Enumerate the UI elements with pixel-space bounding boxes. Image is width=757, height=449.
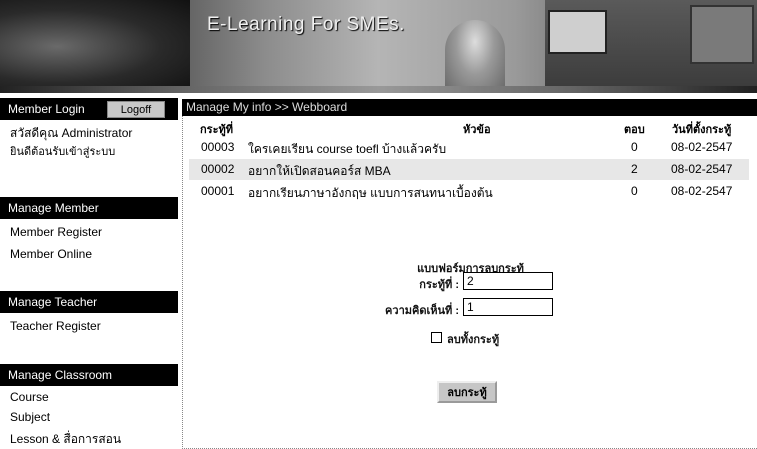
post-date: 08-02-2547 [671,162,733,176]
section-header-manage-teacher: Manage Teacher [0,291,178,313]
sidebar-item-teacher-register[interactable]: Teacher Register [10,319,101,333]
delete-whole-topic-checkbox[interactable] [431,332,442,343]
banner-figure [445,20,505,93]
topic-link[interactable]: ใครเคยเรียน course toefl บ้างแล้วครับ [248,140,446,159]
topic-number-label: กระทู้ที่ : [419,279,459,291]
comment-number-input[interactable] [463,298,553,316]
sidebar-item-member-register[interactable]: Member Register [10,225,102,239]
section-header-manage-classroom: Manage Classroom [0,364,178,386]
topic-id: 00003 [201,140,235,154]
sidebar: Member Login Logoff สวัสดีคุณ Administra… [0,93,180,449]
topic-id: 00002 [201,162,235,176]
topic-link[interactable]: อยากให้เปิดสอนคอร์ส MBA [248,162,391,181]
reply-count: 2 [631,162,638,176]
column-header-topic-id: กระทู้ที่ [200,124,233,136]
header-banner: E-Learning For SMEs. [0,0,757,93]
delete-whole-topic-label: ลบทั้งกระทู้ [447,334,500,346]
member-login-label: Member Login [8,102,85,116]
sidebar-item-course[interactable]: Course [10,390,49,404]
banner-picture-frame [548,10,607,54]
column-header-topic: หัวข้อ [463,124,491,136]
site-title: E-Learning For SMEs. [207,14,405,35]
welcome-text: ยินดีต้อนรับเข้าสู่ระบบ [10,146,116,158]
column-header-replies: ตอบ [624,124,645,136]
section-header-manage-member: Manage Member [0,197,178,219]
table-row[interactable]: 00001 อยากเรียนภาษาอังกฤษ แบบการสนทนาเบื… [189,181,749,202]
logoff-button[interactable]: Logoff [107,101,165,118]
reply-count: 0 [631,184,638,198]
sidebar-item-member-online[interactable]: Member Online [10,247,92,261]
banner-picture-frame [690,5,754,64]
reply-count: 0 [631,140,638,154]
banner-photo-left [0,0,190,93]
sidebar-item-subject[interactable]: Subject [10,410,50,424]
table-row[interactable]: 00002 อยากให้เปิดสอนคอร์ส MBA 2 08-02-25… [189,159,749,180]
post-date: 08-02-2547 [671,140,733,154]
breadcrumb: Manage My info >> Webboard [182,99,757,116]
topic-number-input[interactable] [463,272,553,290]
delete-topic-button[interactable]: ลบกระทู้ [437,381,497,403]
comment-number-label: ความคิดเห็นที่ : [385,305,459,317]
column-header-date: วันที่ตั้งกระทู้ [672,124,732,136]
banner-bottom-strip [0,86,757,93]
webboard-panel: กระทู้ที่ หัวข้อ ตอบ วันที่ตั้งกระทู้ 00… [182,116,757,449]
greeting-text: สวัสดีคุณ Administrator [10,126,133,140]
sidebar-item-lesson[interactable]: Lesson & สื่อการสอน [10,430,121,449]
post-date: 08-02-2547 [671,184,733,198]
table-row[interactable]: 00003 ใครเคยเรียน course toefl บ้างแล้วค… [189,137,749,158]
topic-id: 00001 [201,184,235,198]
topic-link[interactable]: อยากเรียนภาษาอังกฤษ แบบการสนทนาเบื้องต้น [248,184,493,203]
member-login-header: Member Login Logoff [0,98,178,120]
main-content: Manage My info >> Webboard กระทู้ที่ หัว… [182,99,757,449]
